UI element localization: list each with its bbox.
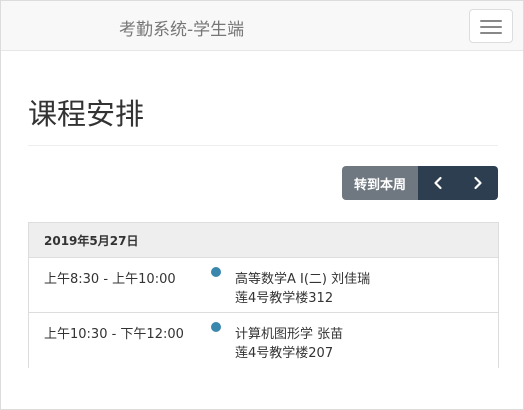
page-title: 课程安排 — [28, 97, 145, 131]
agenda-day-header: 2019年5月27日 — [29, 223, 498, 258]
event-location: 莲4号教学楼207 — [235, 346, 334, 361]
event-title[interactable]: 计算机图形学 张苗 — [235, 323, 343, 342]
agenda-list: 2019年5月27日 上午8:30 - 上午10:00 高等数学A Ⅰ(二) 刘… — [28, 222, 499, 368]
previous-week-button[interactable] — [418, 166, 458, 200]
navbar-toggle-button[interactable] — [469, 9, 513, 43]
event-title[interactable]: 高等数学A Ⅰ(二) 刘佳瑞 — [235, 268, 370, 287]
chevron-right-icon — [474, 176, 482, 190]
agenda-event-row[interactable]: 上午8:30 - 上午10:00 高等数学A Ⅰ(二) 刘佳瑞 莲4号教学楼31… — [29, 258, 498, 313]
event-location: 莲4号教学楼312 — [235, 291, 334, 306]
agenda-event-row[interactable]: 上午10:30 - 下午12:00 计算机图形学 张苗 莲4号教学楼207 — [29, 313, 498, 368]
go-to-this-week-button[interactable]: 转到本周 — [342, 166, 418, 200]
event-time: 上午10:30 - 下午12:00 — [44, 327, 184, 342]
top-navbar: 考勤系统-学生端 — [1, 1, 523, 51]
event-color-dot — [211, 322, 221, 332]
next-week-button[interactable] — [458, 166, 498, 200]
navbar-brand[interactable]: 考勤系统-学生端 — [119, 15, 244, 40]
app-frame: 考勤系统-学生端 课程安排 转到本周 2019年5月27日 上午8:30 - 上… — [0, 0, 524, 410]
title-divider — [28, 145, 498, 146]
event-color-dot — [211, 267, 221, 277]
week-navigation: 转到本周 — [342, 166, 498, 200]
chevron-left-icon — [434, 176, 442, 190]
event-time: 上午8:30 - 上午10:00 — [44, 272, 176, 287]
